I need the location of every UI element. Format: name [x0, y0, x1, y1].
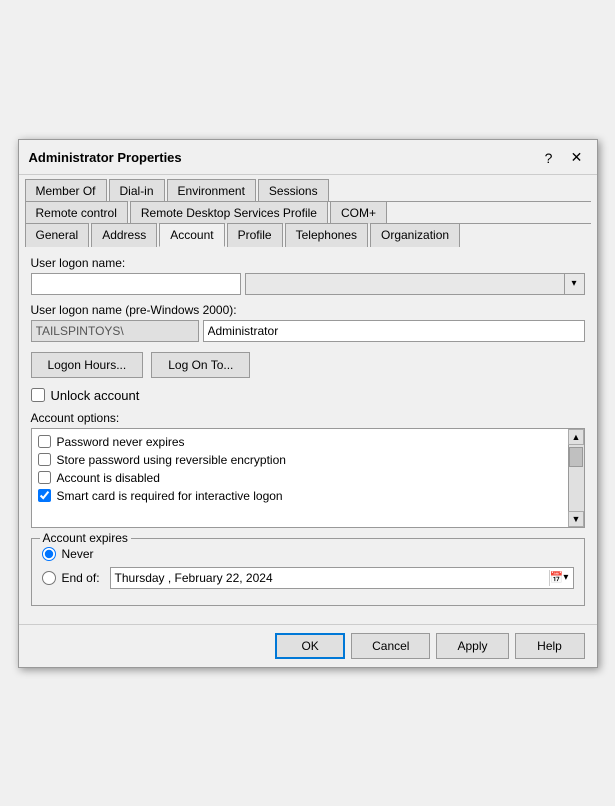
tab-environment[interactable]: Environment [167, 179, 256, 202]
tab-row-1: Member Of Dial-in Environment Sessions [25, 179, 591, 202]
unlock-account-label: Unlock account [51, 388, 140, 403]
tab-account[interactable]: Account [159, 223, 224, 247]
domain-dropdown-arrow[interactable]: ▾ [564, 274, 584, 294]
never-label: Never [62, 547, 94, 561]
account-expires-group: Account expires Never End of: Thursday ,… [31, 538, 585, 606]
date-combo[interactable]: Thursday , February 22, 2024 📅 ▾ [110, 567, 574, 589]
account-expires-label: Account expires [40, 531, 131, 545]
never-radio[interactable] [42, 547, 56, 561]
never-radio-row: Never [42, 547, 574, 561]
apply-button[interactable]: Apply [436, 633, 508, 659]
tab-telephones[interactable]: Telephones [285, 223, 368, 247]
close-button[interactable]: ✕ [565, 146, 589, 170]
account-options-group: Account options: Password never expires … [31, 411, 585, 528]
tab-general[interactable]: General [25, 223, 90, 247]
tab-member-of[interactable]: Member Of [25, 179, 107, 202]
opt-smart-card-label: Smart card is required for interactive l… [57, 489, 283, 503]
pre2000-domain-input [31, 320, 199, 342]
logon-hours-button[interactable]: Logon Hours... [31, 352, 144, 378]
scroll-up-arrow[interactable]: ▲ [568, 429, 584, 445]
date-dropdown-arrow: ▾ [563, 572, 568, 583]
options-list-inner: Password never expires Store password us… [32, 429, 584, 527]
cancel-button[interactable]: Cancel [351, 633, 430, 659]
logon-buttons-row: Logon Hours... Log On To... [31, 352, 585, 378]
option-smart-card: Smart card is required for interactive l… [32, 487, 584, 505]
pre2000-row [31, 320, 585, 342]
options-scrollbar[interactable]: ▲ ▼ [568, 429, 584, 527]
scroll-thumb[interactable] [569, 447, 583, 467]
administrator-properties-dialog: Administrator Properties ? ✕ Member Of D… [18, 139, 598, 668]
unlock-account-row: Unlock account [31, 388, 585, 403]
pre2000-group: User logon name (pre-Windows 2000): [31, 303, 585, 342]
end-of-label: End of: [62, 571, 100, 585]
log-on-to-button[interactable]: Log On To... [151, 352, 250, 378]
opt-smart-card-checkbox[interactable] [38, 489, 51, 502]
logon-name-row: ▾ [31, 273, 585, 295]
opt-password-never-expires-label: Password never expires [57, 435, 185, 449]
opt-account-disabled-label: Account is disabled [57, 471, 160, 485]
opt-store-password-label: Store password using reversible encrypti… [57, 453, 286, 467]
tab-row-3: General Address Account Profile Telephon… [25, 223, 591, 247]
footer: OK Cancel Apply Help [19, 624, 597, 667]
ok-button[interactable]: OK [275, 633, 345, 659]
tab-dial-in[interactable]: Dial-in [109, 179, 165, 202]
tab-organization[interactable]: Organization [370, 223, 460, 247]
tab-profile[interactable]: Profile [227, 223, 283, 247]
opt-password-never-expires-checkbox[interactable] [38, 435, 51, 448]
logon-name-input[interactable] [31, 273, 241, 295]
options-list: Password never expires Store password us… [31, 428, 585, 528]
title-bar: Administrator Properties ? ✕ [19, 140, 597, 175]
tab-com-plus[interactable]: COM+ [330, 201, 387, 224]
end-of-radio-row: End of: Thursday , February 22, 2024 📅 ▾ [42, 567, 574, 589]
account-options-label: Account options: [31, 411, 585, 425]
logon-name-label: User logon name: [31, 256, 585, 270]
date-picker-button[interactable]: 📅 ▾ [549, 570, 569, 586]
option-account-disabled: Account is disabled [32, 469, 584, 487]
end-of-radio[interactable] [42, 571, 56, 585]
domain-dropdown[interactable]: ▾ [245, 273, 585, 295]
calendar-icon: 📅 [550, 571, 564, 584]
help-button[interactable]: ? [537, 146, 561, 170]
date-value: Thursday , February 22, 2024 [115, 571, 549, 585]
tabs-container: Member Of Dial-in Environment Sessions R… [19, 175, 597, 247]
scroll-down-arrow[interactable]: ▼ [568, 511, 584, 527]
unlock-account-checkbox[interactable] [31, 388, 45, 402]
tab-remote-control[interactable]: Remote control [25, 201, 128, 224]
content-area: User logon name: ▾ User logon name (pre-… [19, 246, 597, 624]
title-controls: ? ✕ [537, 146, 589, 170]
tab-rdsp[interactable]: Remote Desktop Services Profile [130, 201, 328, 224]
tab-sessions[interactable]: Sessions [258, 179, 329, 202]
pre2000-label: User logon name (pre-Windows 2000): [31, 303, 585, 317]
help-footer-button[interactable]: Help [515, 633, 585, 659]
logon-name-group: User logon name: ▾ [31, 256, 585, 295]
tab-address[interactable]: Address [91, 223, 157, 247]
option-store-password: Store password using reversible encrypti… [32, 451, 584, 469]
pre2000-name-input[interactable] [203, 320, 585, 342]
dialog-title: Administrator Properties [29, 150, 182, 165]
opt-store-password-checkbox[interactable] [38, 453, 51, 466]
opt-account-disabled-checkbox[interactable] [38, 471, 51, 484]
option-password-never-expires: Password never expires [32, 433, 584, 451]
tab-row-2: Remote control Remote Desktop Services P… [25, 201, 591, 224]
